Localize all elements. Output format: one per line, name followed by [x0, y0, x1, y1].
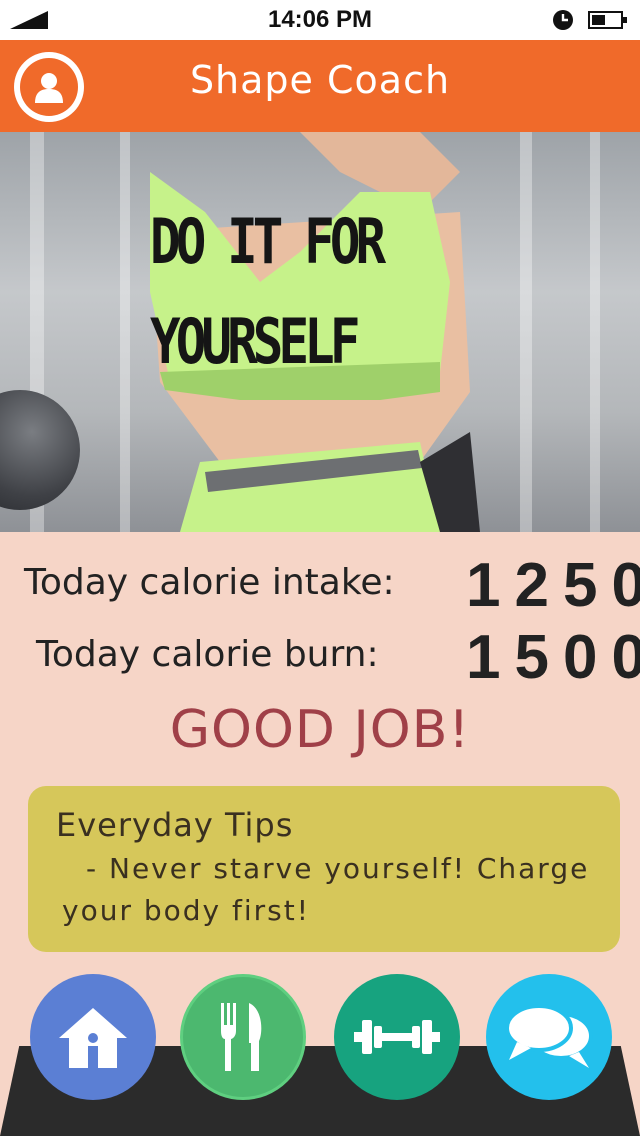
- burn-value: 1500: [466, 623, 640, 692]
- status-bar: 14:06 PM: [0, 0, 640, 40]
- nav-home-button[interactable]: [30, 974, 156, 1100]
- slogan-line-1: DO IT FOR: [150, 205, 386, 278]
- nav-meals-button[interactable]: [180, 974, 306, 1100]
- tips-title: Everyday Tips: [56, 806, 294, 844]
- fork-knife-icon: [221, 1003, 262, 1071]
- burn-label: Today calorie burn:: [36, 634, 379, 675]
- chat-bubbles-icon: [505, 1004, 593, 1068]
- nav-workout-button[interactable]: [334, 974, 460, 1100]
- app-header: Shape Coach: [0, 40, 640, 132]
- dumbbell-icon: [354, 1020, 440, 1054]
- alarm-icon: [553, 10, 573, 30]
- status-message: GOOD JOB!: [169, 700, 471, 760]
- hero-slogan: DO IT FOR YOURSELF: [150, 192, 386, 392]
- battery-icon: [588, 11, 627, 29]
- slogan-line-2: YOURSELF: [150, 305, 360, 378]
- home-icon: [59, 1008, 127, 1068]
- status-icons: [552, 9, 628, 31]
- nav-chat-button[interactable]: [486, 974, 612, 1100]
- hero-image: DO IT FOR YOURSELF: [0, 132, 640, 532]
- signal-icon: [10, 11, 48, 29]
- tips-card: Everyday Tips - Never starve yourself! C…: [28, 786, 620, 952]
- tips-text: - Never starve yourself! Charge your bod…: [62, 852, 590, 927]
- intake-value: 1250: [466, 551, 640, 620]
- intake-label: Today calorie intake:: [24, 562, 395, 603]
- app-title: Shape Coach: [189, 58, 451, 102]
- status-time: 14:06 PM: [267, 6, 373, 33]
